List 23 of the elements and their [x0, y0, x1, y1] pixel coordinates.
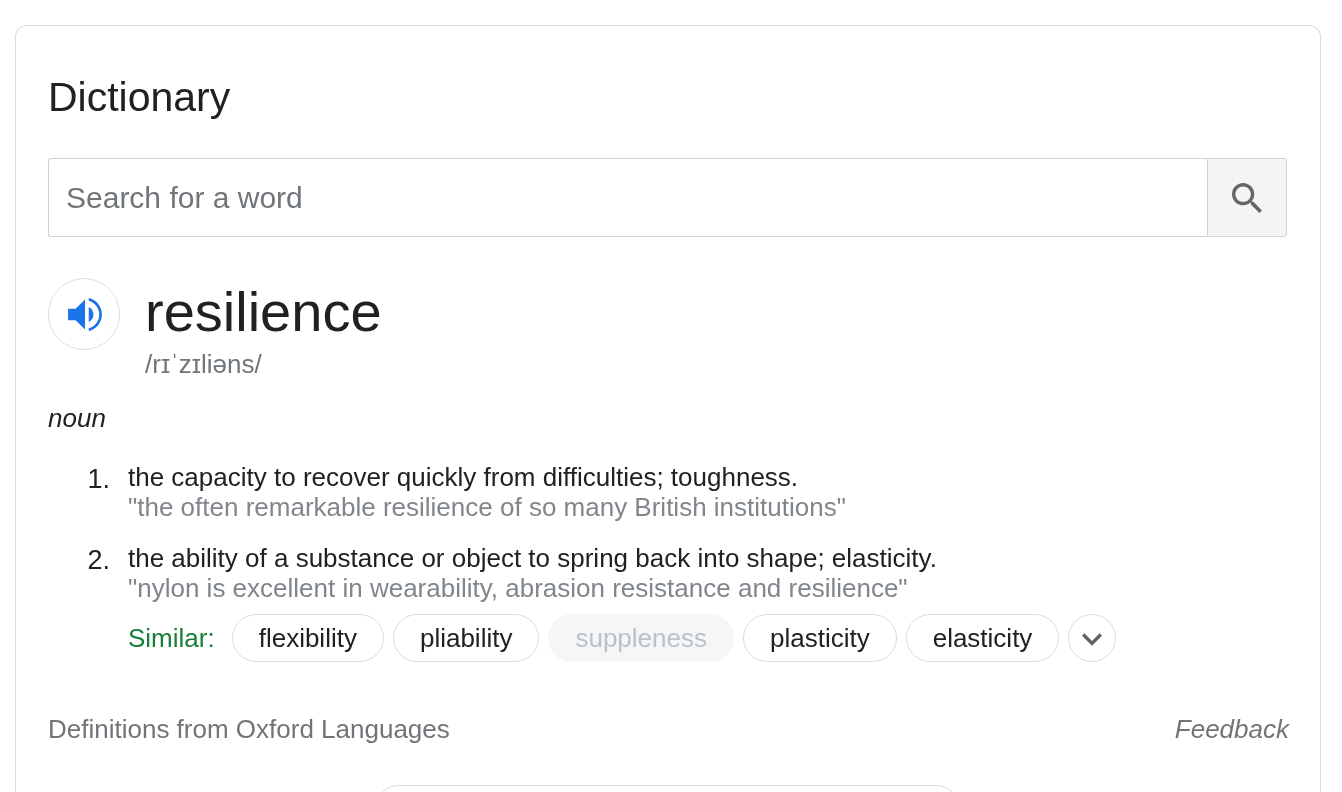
similar-word-chip[interactable]: flexibility — [231, 614, 384, 662]
search-icon — [1232, 182, 1262, 213]
similar-word-chip[interactable]: plasticity — [742, 614, 897, 662]
chevron-down-icon — [1082, 632, 1103, 646]
definition-text: the ability of a substance or object to spring back into shape; elasticity. — [128, 543, 937, 573]
sense-number: 2. — [86, 545, 111, 575]
similar-label: Similar: — [128, 622, 215, 655]
example-sentence: "nylon is excellent in wearability, abrasion resistance and resilience" — [128, 573, 908, 603]
source-credit: Definitions from Oxford Languages — [48, 713, 450, 746]
headword: resilience — [145, 282, 382, 342]
definition-text: the capacity to recover quickly from difficulties; toughness. — [128, 462, 799, 492]
sense-number: 1. — [86, 464, 111, 494]
speaker-icon — [68, 297, 102, 331]
search-button[interactable] — [1207, 158, 1287, 237]
feedback-link[interactable]: Feedback — [1174, 712, 1289, 746]
part-of-speech: noun — [48, 402, 106, 435]
expand-button[interactable] — [1068, 614, 1117, 662]
similar-word-chip[interactable]: elasticity — [905, 614, 1060, 662]
example-sentence: "the often remarkable resilience of so many British institutions" — [128, 492, 846, 522]
similar-word-chip[interactable]: pliability — [392, 614, 540, 662]
phonetic-spelling: /rɪˈzɪliəns/ — [145, 348, 262, 381]
card-title: Dictionary — [48, 73, 231, 122]
search-field[interactable]: Search for a word — [48, 158, 1207, 237]
